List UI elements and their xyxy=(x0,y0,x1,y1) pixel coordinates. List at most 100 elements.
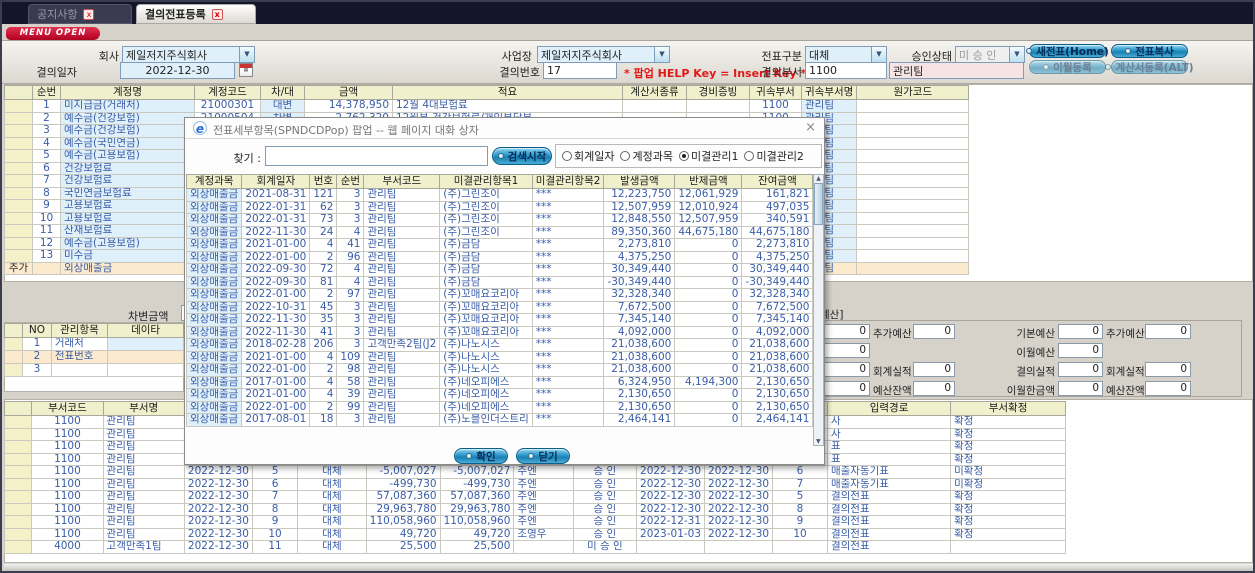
cell[interactable]: 대체 xyxy=(297,540,367,554)
cell[interactable]: 관리팀 xyxy=(102,527,185,541)
cell[interactable]: 표 xyxy=(826,440,952,454)
cell[interactable]: 4,092,000 xyxy=(603,325,676,339)
cell[interactable]: 결의전표 xyxy=(826,527,952,541)
cell[interactable] xyxy=(4,527,33,541)
cell[interactable]: 2,464,141 xyxy=(603,413,676,427)
cell[interactable]: 주엔 xyxy=(513,502,574,516)
cell[interactable]: 2 xyxy=(309,363,338,377)
new-slip-button[interactable]: 새전표(Home) xyxy=(1026,44,1109,58)
cell[interactable]: 21,038,600 xyxy=(741,338,813,352)
cell[interactable]: 0 xyxy=(674,313,743,327)
cell[interactable]: 관리팀 xyxy=(363,200,441,214)
cell[interactable] xyxy=(4,350,23,364)
cell[interactable]: 승 인 xyxy=(572,527,638,541)
cell[interactable] xyxy=(856,136,970,150)
cell[interactable]: 29,963,780 xyxy=(439,502,515,516)
cell[interactable] xyxy=(50,363,109,377)
cell[interactable] xyxy=(4,477,33,491)
cell[interactable]: 미지급금(거래처) xyxy=(60,99,195,113)
cell[interactable]: 2,130,650 xyxy=(741,400,813,414)
cell[interactable]: 2022-12-31 xyxy=(636,515,706,529)
cell[interactable]: 29,963,780 xyxy=(365,502,441,516)
cell[interactable]: (주)금담 xyxy=(439,275,533,289)
cell[interactable]: 21,038,600 xyxy=(741,350,813,364)
cell[interactable]: 7 xyxy=(772,477,828,491)
cell[interactable]: 2022-09-30 xyxy=(241,275,311,289)
radio-icon[interactable] xyxy=(744,151,755,161)
cell[interactable]: 3 xyxy=(336,300,365,314)
cell[interactable]: 11 xyxy=(32,224,61,238)
cell[interactable]: 미확정 xyxy=(950,465,1066,479)
cell[interactable]: 3 xyxy=(336,325,365,339)
cell[interactable]: 121 xyxy=(309,188,338,202)
cell[interactable]: 21,038,600 xyxy=(603,350,676,364)
cell[interactable]: 8 xyxy=(251,502,299,516)
cell[interactable]: 예수금(고용보험) xyxy=(60,149,195,163)
cell[interactable] xyxy=(856,236,970,250)
copy-slip-button[interactable]: 전표복사 xyxy=(1111,44,1188,58)
dept-code-input[interactable]: 1100 xyxy=(805,62,887,79)
cell[interactable]: 관리팀 xyxy=(102,515,185,529)
cell[interactable]: 12월 4대보험료 xyxy=(392,99,623,113)
cell[interactable]: 4 xyxy=(309,350,338,364)
cell[interactable]: 7 xyxy=(251,490,299,504)
cell[interactable]: *** xyxy=(531,200,605,214)
cell[interactable]: 4,375,250 xyxy=(741,250,813,264)
cell[interactable]: 주엔 xyxy=(513,515,574,529)
open-item-row[interactable]: 외상매출금 2022-09-30 81 4 관리팀 (주)금담 *** -30,349,440… xyxy=(186,275,813,289)
cell[interactable]: 0 xyxy=(674,275,743,289)
cell[interactable]: *** xyxy=(531,300,605,314)
cell[interactable]: 관리팀 xyxy=(102,427,185,441)
cell[interactable]: 미수금 xyxy=(60,249,195,263)
cell[interactable]: 2022-12-30 xyxy=(704,465,774,479)
cell[interactable]: 예수금(건강보험) xyxy=(60,111,195,125)
cell[interactable]: 2022-01-31 xyxy=(241,213,311,227)
cell[interactable]: 0 xyxy=(674,400,743,414)
cell[interactable]: 2017-01-00 xyxy=(241,375,311,389)
cell[interactable]: *** xyxy=(531,313,605,327)
cell[interactable]: 외상매출금 xyxy=(186,288,243,302)
cell[interactable]: 1100 xyxy=(31,490,104,504)
cell[interactable]: 외상매출금 xyxy=(186,413,243,427)
cell[interactable]: 45 xyxy=(309,300,338,314)
cell[interactable]: 1100 xyxy=(31,527,104,541)
cell[interactable]: 대체 xyxy=(297,527,367,541)
voucher-list-row[interactable]: 1100 관리팀 2022-12-30 6 대체 -499,730 -499,730 주엔 승 … xyxy=(4,477,1066,491)
cell[interactable]: 12,061,929 xyxy=(674,188,743,202)
cell[interactable]: 12,507,959 xyxy=(674,213,743,227)
tab-voucher-entry[interactable]: 결의전표등록 x xyxy=(136,4,256,24)
cell[interactable] xyxy=(856,149,970,163)
cell[interactable]: 0 xyxy=(674,338,743,352)
cell[interactable]: 25,500 xyxy=(365,540,441,554)
cell[interactable] xyxy=(4,236,33,250)
cell[interactable]: 9 xyxy=(251,515,299,529)
site-select[interactable]: 제일저지주식회사 ▼ xyxy=(537,46,670,63)
cell[interactable] xyxy=(4,337,23,351)
open-item-row[interactable]: 외상매출금 2018-02-28 206 3 고객만족2팀(J2 (주)나노시스 *** 21… xyxy=(186,338,813,352)
cell[interactable]: 1100 xyxy=(31,465,104,479)
cell[interactable]: 7,345,140 xyxy=(603,313,676,327)
voucher-line-row[interactable]: 1 미지급금(거래처) 21000301 대변 14,378,950 12월 4대보험료 1… xyxy=(4,99,970,113)
cell[interactable]: 44,675,180 xyxy=(741,225,813,239)
cell[interactable]: (주)네오피에스 xyxy=(439,400,533,414)
cell[interactable]: 5 xyxy=(32,149,61,163)
cell[interactable]: 외상매출금 xyxy=(186,363,243,377)
cell[interactable]: 확정 xyxy=(950,440,1066,454)
cell[interactable]: 고객만족1팀 xyxy=(102,540,185,554)
cell[interactable]: 12 xyxy=(32,236,61,250)
cell[interactable]: 497,035 xyxy=(741,200,813,214)
cell[interactable]: 관리팀 xyxy=(363,288,441,302)
cell[interactable]: 8 xyxy=(32,186,61,200)
cell[interactable] xyxy=(107,363,184,377)
cell[interactable]: 41 xyxy=(336,238,365,252)
cell[interactable]: 결의전표 xyxy=(826,502,952,516)
cell[interactable]: 7,345,140 xyxy=(741,313,813,327)
cell[interactable] xyxy=(4,249,33,263)
cell[interactable]: 25,500 xyxy=(439,540,515,554)
cell[interactable]: 추가 xyxy=(4,261,33,275)
cell[interactable]: 89,350,360 xyxy=(603,225,676,239)
cell[interactable]: 관리팀 xyxy=(363,313,441,327)
cell[interactable]: 44,675,180 xyxy=(674,225,743,239)
cell[interactable]: 사 xyxy=(826,415,952,429)
cell[interactable]: 6,324,950 xyxy=(603,375,676,389)
